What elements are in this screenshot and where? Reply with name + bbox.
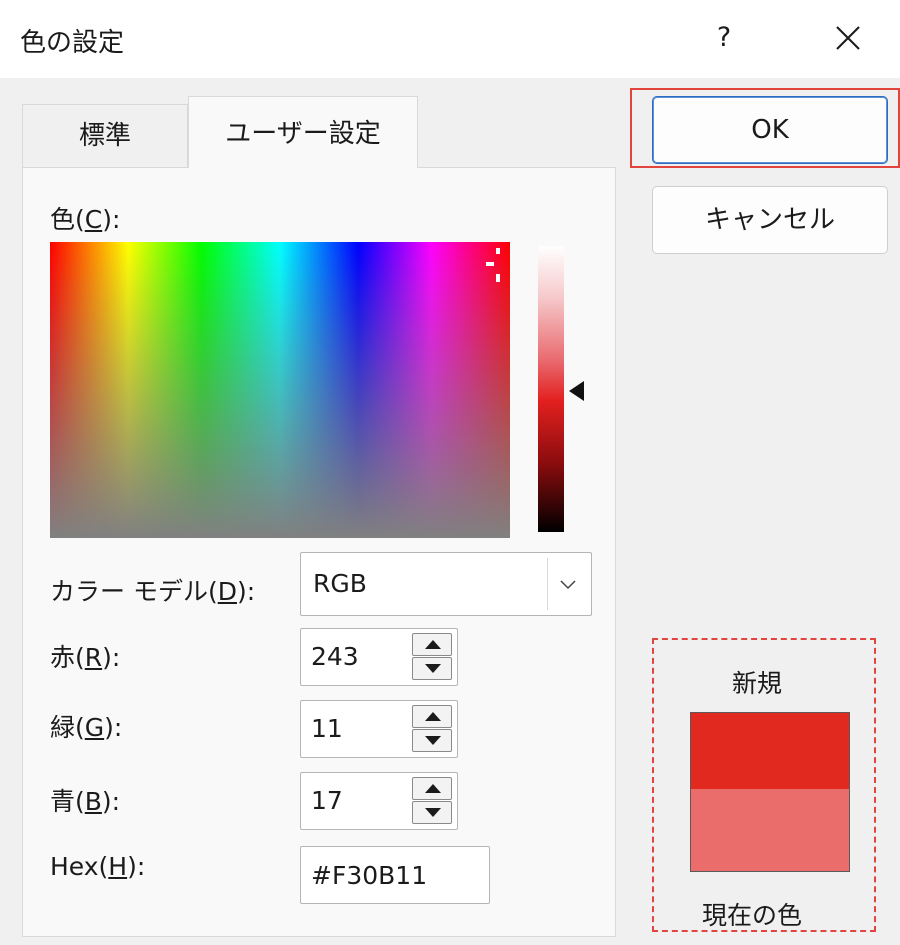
crosshair-icon[interactable] xyxy=(486,248,506,284)
tab-custom[interactable]: ユーザー設定 xyxy=(188,96,418,168)
hex-value: #F30B11 xyxy=(311,861,428,890)
blue-value: 17 xyxy=(311,786,343,815)
color-model-value: RGB xyxy=(313,569,367,598)
green-label: 緑(G): xyxy=(50,713,123,742)
blue-spinner xyxy=(412,777,454,825)
new-color-swatch xyxy=(691,713,849,789)
red-spinner xyxy=(412,633,454,681)
green-spinner xyxy=(412,705,454,753)
cancel-button[interactable]: キャンセル xyxy=(652,186,888,254)
red-up-arrow-icon[interactable] xyxy=(412,633,452,656)
green-up-arrow-icon[interactable] xyxy=(412,705,452,728)
chevron-down-icon[interactable] xyxy=(547,558,587,610)
hex-input[interactable]: #F30B11 xyxy=(300,846,490,904)
title-bar: 色の設定 ? xyxy=(0,0,900,78)
color-preview-swatch xyxy=(690,712,850,872)
help-button[interactable]: ? xyxy=(700,12,748,64)
tab-standard[interactable]: 標準 xyxy=(22,104,188,168)
window-title: 色の設定 xyxy=(20,28,125,58)
red-input[interactable]: 243 xyxy=(300,628,458,686)
color-label: 色(C): xyxy=(50,205,121,234)
blue-down-arrow-icon[interactable] xyxy=(412,801,452,824)
color-model-select[interactable]: RGB xyxy=(300,552,592,616)
luminance-slider[interactable] xyxy=(538,246,564,532)
red-value: 243 xyxy=(311,642,359,671)
color-model-label: カラー モデル(D): xyxy=(50,577,256,606)
ok-button[interactable]: OK xyxy=(652,96,888,164)
hex-label: Hex(H): xyxy=(50,852,146,881)
green-input[interactable]: 11 xyxy=(300,700,458,758)
blue-input[interactable]: 17 xyxy=(300,772,458,830)
new-color-label: 新規 xyxy=(732,669,783,698)
close-icon xyxy=(836,26,860,50)
current-color-swatch xyxy=(691,789,849,871)
color-spectrum[interactable] xyxy=(50,242,510,538)
red-down-arrow-icon[interactable] xyxy=(412,657,452,680)
green-down-arrow-icon[interactable] xyxy=(412,729,452,752)
blue-up-arrow-icon[interactable] xyxy=(412,777,452,800)
current-color-label: 現在の色 xyxy=(702,901,803,930)
red-label: 赤(R): xyxy=(50,643,121,672)
luminance-pointer-icon[interactable] xyxy=(569,381,584,401)
close-button[interactable] xyxy=(822,12,874,64)
green-value: 11 xyxy=(311,714,343,743)
blue-label: 青(B): xyxy=(50,787,121,816)
